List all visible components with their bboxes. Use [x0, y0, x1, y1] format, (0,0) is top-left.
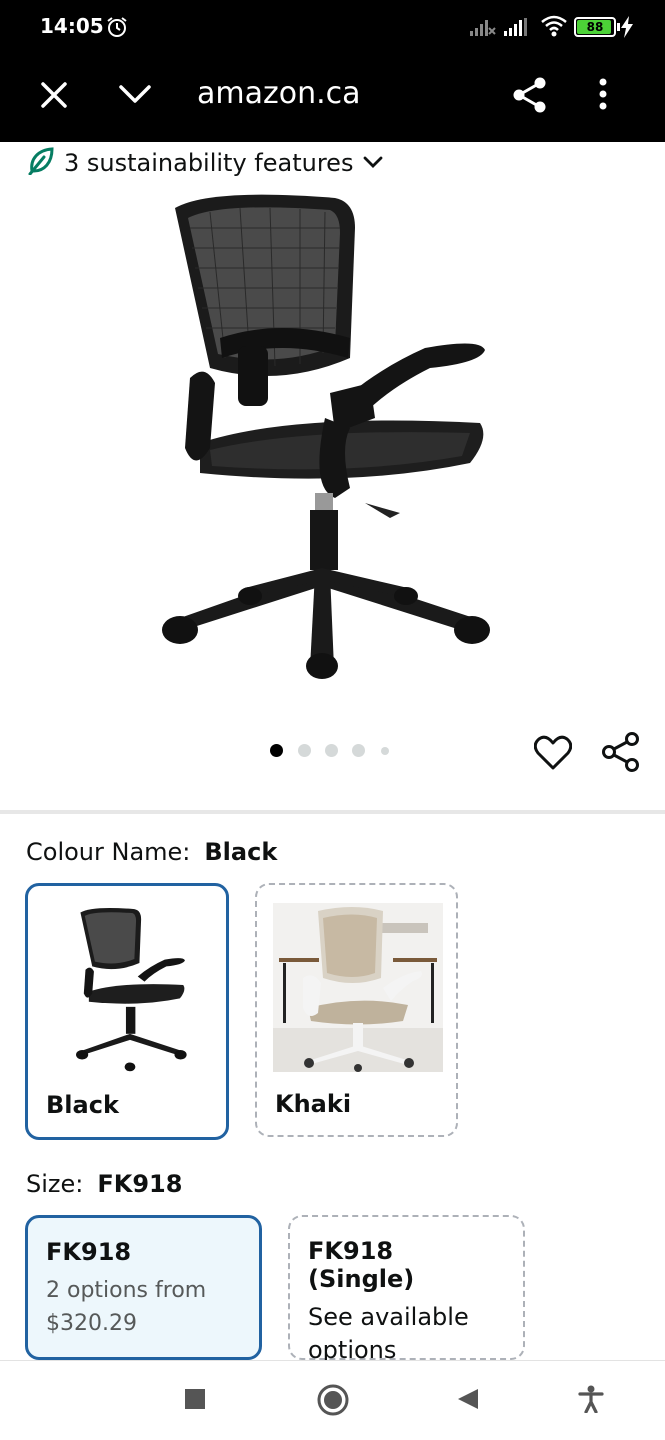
battery-icon: 88: [574, 17, 620, 37]
wifi-icon: [540, 14, 568, 42]
colour-label: Colour Name:: [26, 838, 191, 866]
stop-icon[interactable]: [184, 1388, 206, 1414]
charging-icon: [621, 16, 633, 42]
chevron-down-icon: [363, 154, 383, 173]
sustainability-link[interactable]: 3 sustainability features: [28, 145, 383, 181]
url-title[interactable]: amazon.ca: [197, 76, 361, 111]
swatch-image-black: [76, 907, 187, 1072]
signal-icon: [504, 18, 530, 40]
status-bar: 14:05 88: [0, 0, 665, 56]
pager-dot[interactable]: [270, 744, 283, 757]
size-option-fk918-single[interactable]: FK918 (Single) See available options: [288, 1215, 525, 1364]
size-option-title: FK918: [46, 1238, 132, 1266]
browser-toolbar: amazon.ca: [0, 56, 665, 142]
colour-label-row: Colour Name: Black: [26, 838, 277, 866]
colour-swatch-khaki[interactable]: Khaki: [255, 883, 458, 1137]
size-label-row: Size: FK918: [26, 1170, 182, 1198]
alarm-icon: [106, 16, 128, 42]
home-icon[interactable]: [316, 1383, 350, 1421]
leaf-icon: [28, 147, 54, 179]
back-icon[interactable]: [456, 1387, 480, 1415]
more-vert-icon[interactable]: [598, 78, 608, 114]
pager-dot[interactable]: [381, 747, 389, 755]
share-icon[interactable]: [512, 76, 548, 118]
pager-dot[interactable]: [298, 744, 311, 757]
section-divider: [0, 810, 665, 814]
share-icon[interactable]: [602, 732, 640, 776]
accessibility-icon[interactable]: [578, 1385, 604, 1417]
signal-icon: [470, 18, 496, 40]
size-option-subtitle: 2 options from $320.29: [46, 1278, 207, 1336]
size-selected: FK918: [97, 1170, 183, 1198]
pager-dot[interactable]: [325, 744, 338, 757]
size-option-title: FK918 (Single): [308, 1237, 415, 1293]
chevron-down-icon[interactable]: [118, 82, 152, 110]
sustainability-label: 3 sustainability features: [64, 149, 354, 177]
swatch-label: Khaki: [275, 1090, 352, 1118]
system-nav-bar: [0, 1360, 665, 1440]
size-label: Size:: [26, 1170, 84, 1198]
colour-selected: Black: [204, 838, 278, 866]
size-option-fk918[interactable]: FK918 2 options from $320.29: [25, 1215, 262, 1360]
size-option-subtitle: See available options: [308, 1303, 469, 1364]
close-icon[interactable]: [40, 81, 68, 113]
swatch-label: Black: [46, 1091, 119, 1119]
battery-percent: 88: [586, 20, 604, 34]
pager-dot[interactable]: [352, 744, 365, 757]
swatch-image-khaki: [273, 903, 443, 1072]
colour-swatch-black[interactable]: Black: [25, 883, 229, 1140]
product-image[interactable]: [150, 188, 500, 688]
status-time: 14:05: [40, 14, 104, 38]
heart-icon[interactable]: [533, 735, 573, 775]
